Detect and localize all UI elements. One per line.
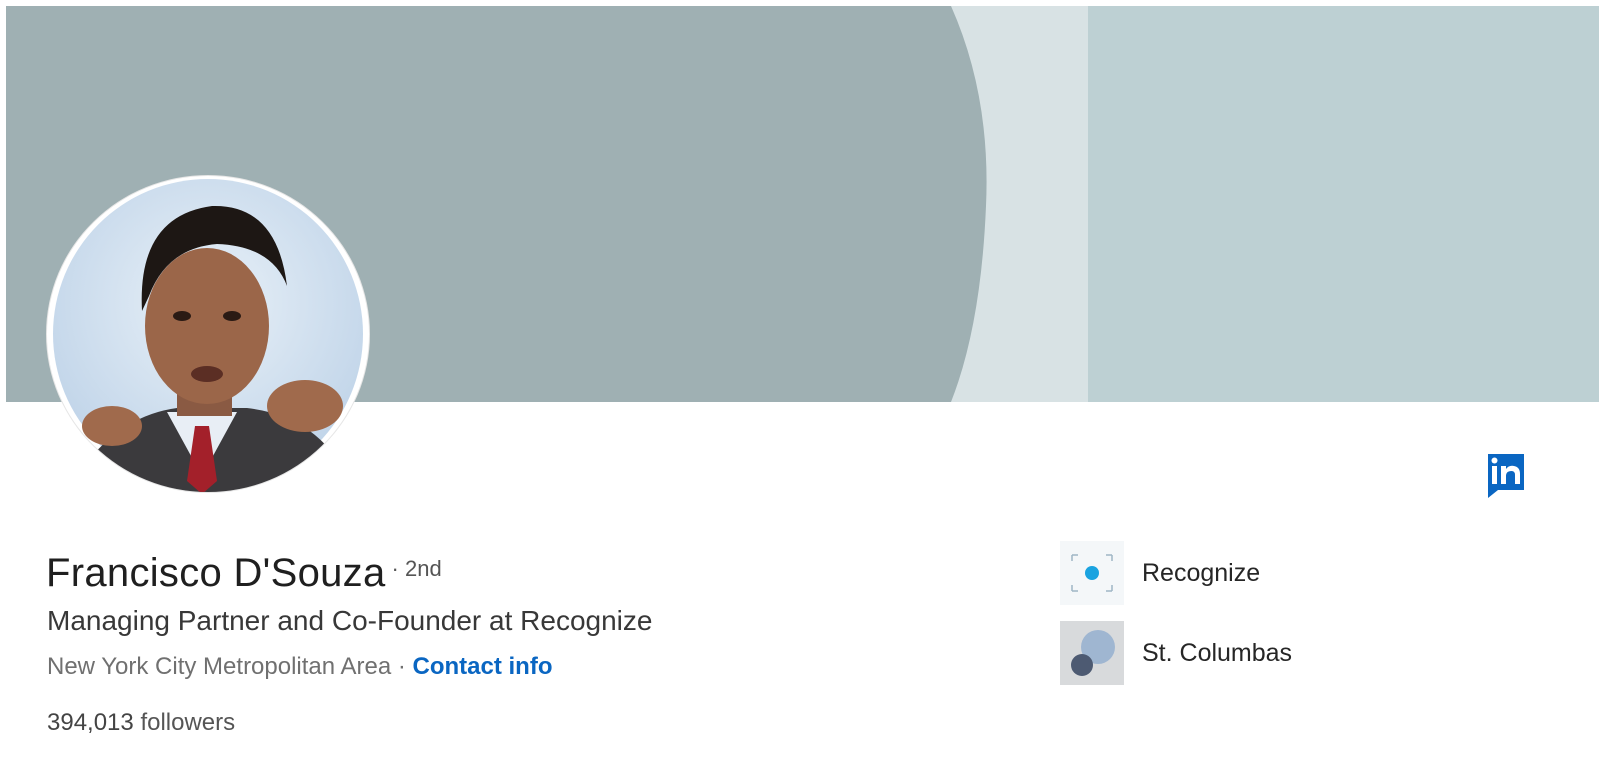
profile-name: Francisco D'Souza [46,551,386,595]
profile-location: New York City Metropolitan Area [47,653,392,680]
connection-degree: · 2nd [391,556,442,581]
profile-headline: Managing Partner and Co-Founder at Recog… [47,605,653,636]
location-row: New York City Metropolitan Area · Contac… [47,650,553,684]
linkedin-icon[interactable] [1486,452,1526,498]
org-label-recognize: Recognize [1142,558,1261,587]
profile-photo[interactable] [47,176,369,492]
separator: · [397,653,413,680]
name-row: Francisco D'Souza · 2nd [46,548,442,598]
followers-count: 394,013 followers [47,706,235,740]
profile-page: Francisco D'Souza · 2nd Managing Partner… [0,0,1599,758]
recognize-logo-icon [1060,541,1124,605]
followers-number: 394,013 [47,709,134,736]
contact-info-link[interactable]: Contact info [413,653,553,680]
st-columbas-logo-icon [1060,621,1124,685]
org-item-st-columbas[interactable]: St. Columbas [1060,621,1292,685]
org-item-recognize[interactable]: Recognize [1060,541,1260,605]
followers-label: followers [140,709,236,736]
org-label-st-columbas: St. Columbas [1142,638,1293,667]
